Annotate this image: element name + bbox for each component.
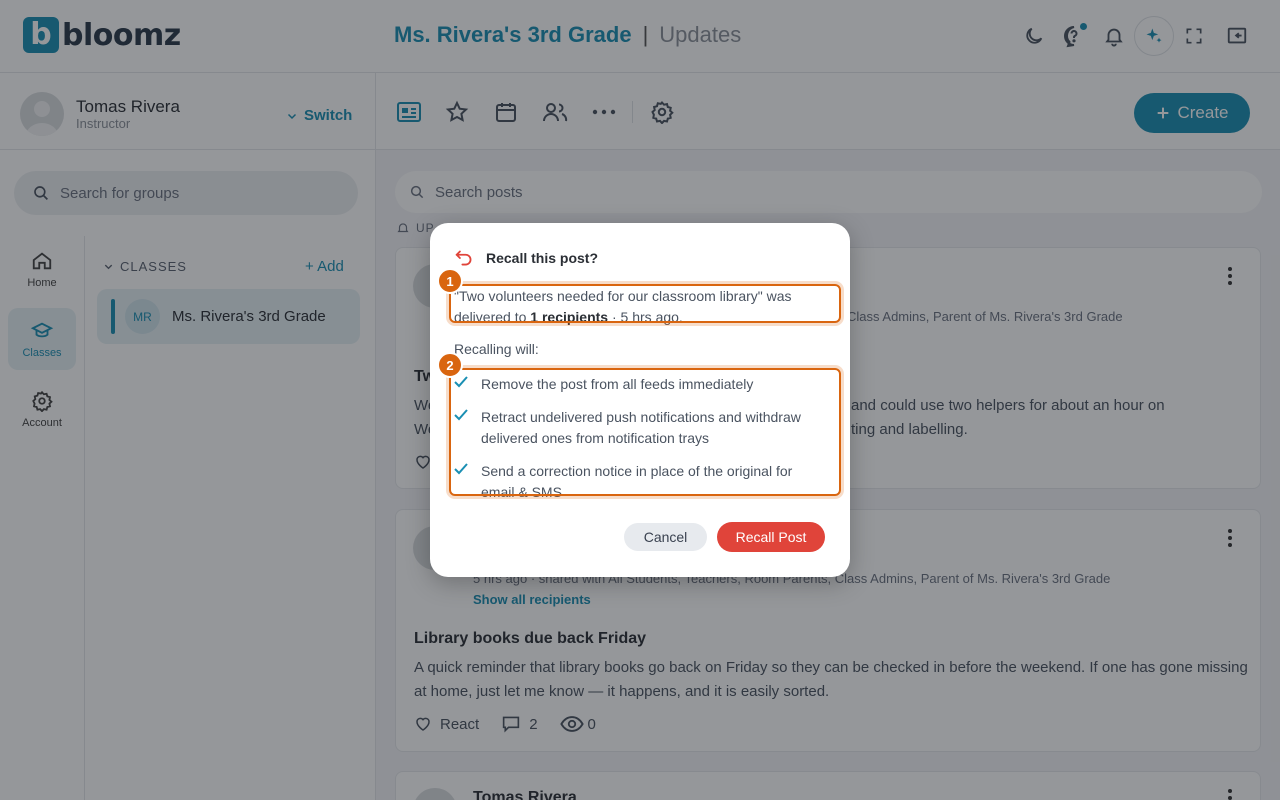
highlight-box-2 <box>449 368 841 496</box>
recall-post-dialog: Recall this post? "Two volunteers needed… <box>430 223 850 577</box>
undo-icon <box>455 250 472 266</box>
dialog-subheading: Recalling will: <box>454 341 539 357</box>
dialog-title: Recall this post? <box>486 250 599 266</box>
dialog-header: Recall this post? <box>454 249 598 267</box>
cancel-button[interactable]: Cancel <box>624 523 707 551</box>
highlight-badge-2: 2 <box>437 352 463 378</box>
recall-post-button[interactable]: Recall Post <box>717 522 825 552</box>
highlight-box-1 <box>449 284 841 323</box>
highlight-badge-1: 1 <box>437 268 463 294</box>
